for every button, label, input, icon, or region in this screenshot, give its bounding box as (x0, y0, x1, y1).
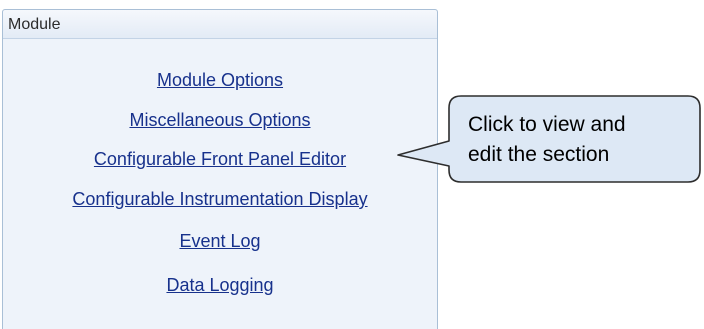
callout-line-2: edit the section (468, 143, 610, 166)
callout-line-1: Click to view and (468, 113, 626, 136)
configurable-instrumentation-display-link[interactable]: Configurable Instrumentation Display (72, 189, 367, 209)
list-item: Configurable Instrumentation Display (3, 187, 437, 211)
screen: Module Module Options Miscellaneous Opti… (0, 0, 704, 329)
module-panel: Module Module Options Miscellaneous Opti… (2, 9, 438, 329)
list-item: Miscellaneous Options (3, 108, 437, 132)
list-item: Event Log (3, 229, 437, 253)
list-item: Configurable Front Panel Editor (3, 147, 437, 171)
module-options-link[interactable]: Module Options (157, 70, 283, 90)
configurable-front-panel-editor-link[interactable]: Configurable Front Panel Editor (94, 149, 346, 169)
list-item: Data Logging (3, 273, 437, 297)
data-logging-link[interactable]: Data Logging (166, 275, 273, 295)
miscellaneous-options-link[interactable]: Miscellaneous Options (129, 110, 310, 130)
list-item: Module Options (3, 68, 437, 92)
callout-text: Click to view and edit the section (468, 110, 688, 170)
panel-header: Module (3, 10, 437, 39)
event-log-link[interactable]: Event Log (179, 231, 260, 251)
panel-title: Module (8, 16, 61, 33)
